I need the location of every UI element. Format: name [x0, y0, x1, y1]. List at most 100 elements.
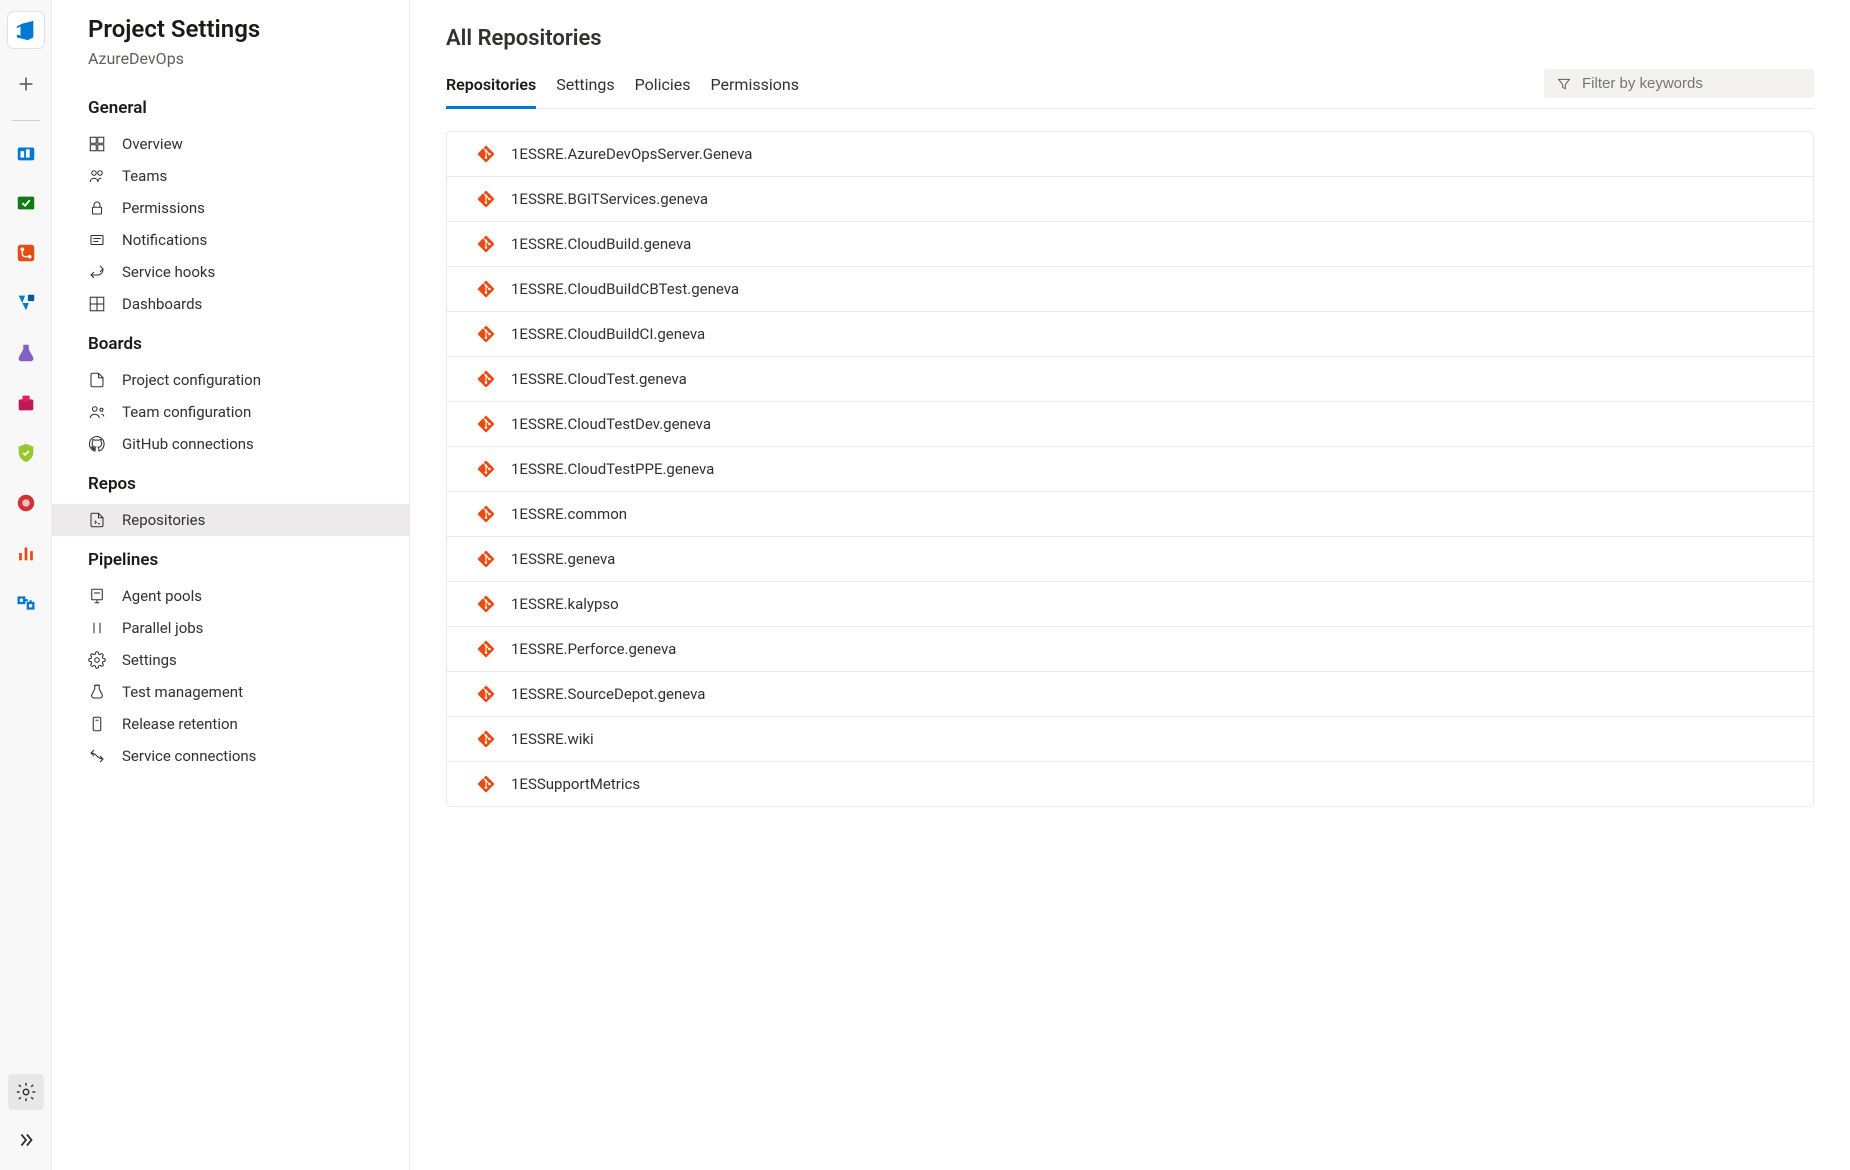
filter-icon [1556, 76, 1572, 92]
nav-item-label: Dashboards [122, 295, 202, 313]
git-repo-icon [477, 190, 495, 208]
nav-item-service-connections[interactable]: Service connections [52, 740, 409, 772]
rail-pipelines-icon[interactable] [8, 285, 44, 321]
repo-row[interactable]: 1ESSRE.CloudTest.geneva [447, 357, 1813, 402]
nav-item-label: Agent pools [122, 587, 202, 605]
repo-row[interactable]: 1ESSRE.CloudBuildCI.geneva [447, 312, 1813, 357]
settings-gear-icon[interactable] [8, 1074, 44, 1110]
nav-item-github-connections[interactable]: GitHub connections [52, 428, 409, 460]
rail-test-plans-icon[interactable] [8, 335, 44, 371]
rail-artifacts-icon[interactable] [8, 385, 44, 421]
permissions-icon [88, 199, 106, 217]
service-connections-icon [88, 747, 106, 765]
nav-item-permissions[interactable]: Permissions [52, 192, 409, 224]
nav-item-label: Service connections [122, 747, 256, 765]
test-management-icon [88, 683, 106, 701]
rail-repos-icon[interactable] [8, 235, 44, 271]
repo-row[interactable]: 1ESSRE.kalypso [447, 582, 1813, 627]
expand-rail-icon[interactable] [8, 1122, 44, 1158]
repo-name: 1ESSRE.Perforce.geneva [511, 640, 676, 658]
agent-pools-icon [88, 587, 106, 605]
repo-row[interactable]: 1ESSupportMetrics [447, 762, 1813, 806]
nav-item-label: Teams [122, 167, 167, 185]
nav-item-label: Team configuration [122, 403, 251, 421]
main-title: All Repositories [446, 26, 1814, 51]
repositories-icon [88, 511, 106, 529]
rail-overview-icon[interactable] [8, 135, 44, 171]
repo-row[interactable]: 1ESSRE.geneva [447, 537, 1813, 582]
nav-item-settings[interactable]: Settings [52, 644, 409, 676]
repo-row[interactable]: 1ESSRE.CloudBuild.geneva [447, 222, 1813, 267]
nav-item-label: Service hooks [122, 263, 215, 281]
repo-row[interactable]: 1ESSRE.CloudTestPPE.geneva [447, 447, 1813, 492]
git-repo-icon [477, 685, 495, 703]
repo-name: 1ESSupportMetrics [511, 775, 640, 793]
nav-item-agent-pools[interactable]: Agent pools [52, 580, 409, 612]
nav-item-repositories[interactable]: Repositories [52, 504, 409, 536]
nav-item-notifications[interactable]: Notifications [52, 224, 409, 256]
git-repo-icon [477, 370, 495, 388]
repo-name: 1ESSRE.geneva [511, 550, 615, 568]
nav-item-label: Test management [122, 683, 243, 701]
repo-name: 1ESSRE.CloudTestPPE.geneva [511, 460, 714, 478]
tab-repositories[interactable]: Repositories [446, 67, 536, 109]
tab-permissions[interactable]: Permissions [711, 67, 799, 109]
section-heading-general: General [52, 84, 409, 128]
tabs-container: Repositories Settings Policies Permissions [446, 67, 799, 108]
rail-analytics-icon[interactable] [8, 535, 44, 571]
rail-compliance-icon[interactable] [8, 435, 44, 471]
repo-row[interactable]: 1ESSRE.CloudBuildCBTest.geneva [447, 267, 1813, 312]
settings-sidebar: Project Settings AzureDevOps General Over… [52, 0, 410, 1170]
git-repo-icon [477, 235, 495, 253]
azure-devops-logo-icon[interactable] [8, 12, 44, 48]
section-heading-repos: Repos [52, 460, 409, 504]
nav-item-parallel-jobs[interactable]: Parallel jobs [52, 612, 409, 644]
add-icon[interactable] [8, 66, 44, 102]
left-rail [0, 0, 52, 1170]
rail-boards-icon[interactable] [8, 185, 44, 221]
rail-divider [12, 120, 40, 121]
nav-item-label: Overview [122, 135, 183, 153]
repo-name: 1ESSRE.CloudBuild.geneva [511, 235, 691, 253]
nav-item-test-management[interactable]: Test management [52, 676, 409, 708]
repo-row[interactable]: 1ESSRE.CloudTestDev.geneva [447, 402, 1813, 447]
git-repo-icon [477, 505, 495, 523]
git-repo-icon [477, 280, 495, 298]
filter-box[interactable] [1544, 69, 1814, 98]
tab-settings[interactable]: Settings [556, 67, 614, 109]
repo-row[interactable]: 1ESSRE.Perforce.geneva [447, 627, 1813, 672]
nav-item-label: Parallel jobs [122, 619, 203, 637]
nav-item-project-configuration[interactable]: Project configuration [52, 364, 409, 396]
rail-extension-icon[interactable] [8, 585, 44, 621]
repo-name: 1ESSRE.SourceDepot.geneva [511, 685, 705, 703]
repo-row[interactable]: 1ESSRE.wiki [447, 717, 1813, 762]
project-name[interactable]: AzureDevOps [88, 49, 373, 68]
repo-row[interactable]: 1ESSRE.common [447, 492, 1813, 537]
overview-icon [88, 135, 106, 153]
nav-item-team-configuration[interactable]: Team configuration [52, 396, 409, 428]
nav-item-label: Settings [122, 651, 177, 669]
repo-row[interactable]: 1ESSRE.AzureDevOpsServer.Geneva [447, 132, 1813, 177]
nav-item-overview[interactable]: Overview [52, 128, 409, 160]
git-repo-icon [477, 595, 495, 613]
tab-policies[interactable]: Policies [635, 67, 691, 109]
dashboards-icon [88, 295, 106, 313]
repo-row[interactable]: 1ESSRE.BGITServices.geneva [447, 177, 1813, 222]
tab-row: Repositories Settings Policies Permissions [446, 67, 1814, 109]
nav-item-release-retention[interactable]: Release retention [52, 708, 409, 740]
filter-input[interactable] [1582, 75, 1802, 92]
repo-name: 1ESSRE.kalypso [511, 595, 619, 613]
nav-item-teams[interactable]: Teams [52, 160, 409, 192]
repo-row[interactable]: 1ESSRE.SourceDepot.geneva [447, 672, 1813, 717]
repo-name: 1ESSRE.CloudBuildCI.geneva [511, 325, 705, 343]
rail-service-icon[interactable] [8, 485, 44, 521]
github-connections-icon [88, 435, 106, 453]
nav-item-service-hooks[interactable]: Service hooks [52, 256, 409, 288]
nav-item-label: Permissions [122, 199, 205, 217]
repo-name: 1ESSRE.AzureDevOpsServer.Geneva [511, 145, 752, 163]
page-title: Project Settings [88, 15, 373, 43]
nav-item-dashboards[interactable]: Dashboards [52, 288, 409, 320]
release-retention-icon [88, 715, 106, 733]
project-configuration-icon [88, 371, 106, 389]
git-repo-icon [477, 640, 495, 658]
